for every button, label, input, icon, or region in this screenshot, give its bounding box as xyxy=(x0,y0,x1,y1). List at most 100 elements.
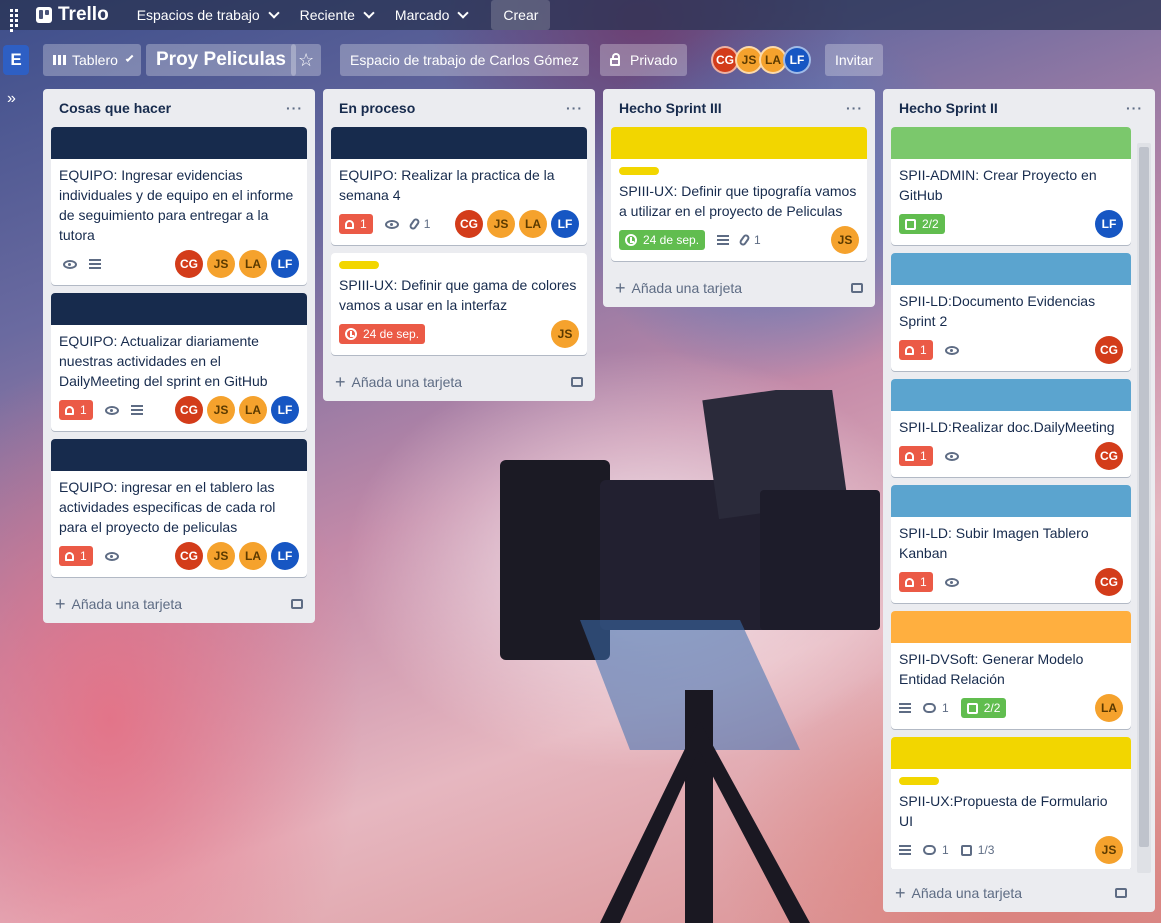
list-scrollbar[interactable] xyxy=(1137,143,1151,873)
avatar[interactable]: CG xyxy=(1095,442,1123,470)
board-title[interactable]: Proy Peliculas xyxy=(146,44,296,76)
attachment-badge: 1 xyxy=(738,233,761,247)
top-navigation-bar: Trello Espacios de trabajo Reciente Marc… xyxy=(0,0,1161,32)
add-card-button[interactable]: + Añada una tarjeta xyxy=(323,363,595,401)
card-title: SPIII-UX: Definir que tipografía vamos a… xyxy=(619,183,857,219)
avatar[interactable]: JS xyxy=(207,250,235,278)
card-label-yellow[interactable] xyxy=(339,261,379,269)
apps-grid-icon[interactable] xyxy=(6,5,26,32)
visibility-button[interactable]: Privado xyxy=(600,44,688,76)
avatar[interactable]: JS xyxy=(1095,836,1123,864)
card[interactable]: SPII-LD:Realizar doc.DailyMeeting 1 CG xyxy=(891,379,1131,477)
nav-starred-label: Marcado xyxy=(394,7,450,23)
comment-count: 1 xyxy=(942,701,949,715)
description-icon xyxy=(130,405,143,415)
expand-sidebar-icon[interactable]: » xyxy=(7,90,16,108)
avatar[interactable]: LA xyxy=(239,542,267,570)
card[interactable]: EQUIPO: Ingresar evidencias individuales… xyxy=(51,127,307,285)
nav-starred-menu[interactable]: Marcado xyxy=(385,0,477,30)
card-title: EQUIPO: Realizar la practica de la seman… xyxy=(339,167,555,203)
avatar[interactable]: LA xyxy=(519,210,547,238)
nav-recent-menu[interactable]: Reciente xyxy=(290,0,383,30)
card[interactable]: SPIII-UX: Definir que tipografía vamos a… xyxy=(611,127,867,261)
trello-logo-text: Trello xyxy=(58,4,109,25)
avatar[interactable]: CG xyxy=(175,396,203,424)
trello-logo[interactable]: Trello xyxy=(36,4,109,26)
card-template-icon[interactable] xyxy=(1115,888,1127,898)
avatar[interactable]: CG xyxy=(175,250,203,278)
avatar[interactable]: CG xyxy=(455,210,483,238)
card-label-yellow[interactable] xyxy=(899,777,939,785)
plus-icon: + xyxy=(895,882,906,903)
plus-icon: + xyxy=(335,371,346,392)
list-title[interactable]: En proceso xyxy=(339,100,415,116)
avatar[interactable]: JS xyxy=(831,226,859,254)
card[interactable]: EQUIPO: ingresar en el tablero las activ… xyxy=(51,439,307,577)
card[interactable]: EQUIPO: Realizar la practica de la seman… xyxy=(331,127,587,245)
avatar[interactable]: CG xyxy=(175,542,203,570)
list-title[interactable]: Hecho Sprint III xyxy=(619,100,722,116)
avatar[interactable]: CG xyxy=(1095,568,1123,596)
lock-icon xyxy=(610,53,620,66)
scrollbar-thumb[interactable] xyxy=(1139,147,1149,847)
list-header: Cosas que hacer ··· xyxy=(43,89,315,127)
workspace-badge[interactable]: E xyxy=(3,45,29,75)
card-title: SPII-LD:Realizar doc.DailyMeeting xyxy=(899,419,1115,435)
card-title: SPII-DVSoft: Generar Modelo Entidad Rela… xyxy=(899,651,1084,687)
card[interactable]: SPII-LD: Subir Imagen Tablero Kanban 1 C… xyxy=(891,485,1131,603)
create-button[interactable]: Crear xyxy=(491,0,551,30)
avatar[interactable]: JS xyxy=(487,210,515,238)
card[interactable]: SPII-ADMIN: Crear Proyecto en GitHub 2/2… xyxy=(891,127,1131,245)
list-header: Hecho Sprint III ··· xyxy=(603,89,875,127)
card[interactable]: EQUIPO: Actualizar diariamente nuestras … xyxy=(51,293,307,431)
list-menu-icon[interactable]: ··· xyxy=(286,100,303,116)
card[interactable]: SPII-LD:Documento Evidencias Sprint 2 1 … xyxy=(891,253,1131,371)
avatar[interactable]: JS xyxy=(551,320,579,348)
avatar[interactable]: LA xyxy=(1095,694,1123,722)
avatar[interactable]: LF xyxy=(271,542,299,570)
description-icon xyxy=(717,235,730,245)
avatar[interactable]: LA xyxy=(239,250,267,278)
invite-button[interactable]: Invitar xyxy=(825,44,884,76)
notification-count: 1 xyxy=(920,343,927,357)
card-template-icon[interactable] xyxy=(571,377,583,387)
workspace-button[interactable]: Espacio de trabajo de Carlos Gómez xyxy=(340,44,589,76)
avatar[interactable]: JS xyxy=(207,542,235,570)
card[interactable]: SPIII-UX: Definir que gama de colores va… xyxy=(331,253,587,355)
due-date-badge[interactable]: 24 de sep. xyxy=(619,230,706,250)
card-title: SPII-ADMIN: Crear Proyecto en GitHub xyxy=(899,167,1097,203)
card-cover xyxy=(891,379,1131,411)
avatar[interactable]: LF xyxy=(783,46,811,74)
plus-icon: + xyxy=(55,593,66,614)
card[interactable]: SPII-UX:Propuesta de Formulario UI 1 1/3… xyxy=(891,737,1131,869)
avatar[interactable]: LF xyxy=(1095,210,1123,238)
due-date-badge[interactable]: 24 de sep. xyxy=(339,324,426,344)
list-menu-icon[interactable]: ··· xyxy=(846,100,863,116)
nav-workspaces-menu[interactable]: Espacios de trabajo xyxy=(127,0,288,30)
notification-count: 1 xyxy=(920,575,927,589)
avatar[interactable]: JS xyxy=(207,396,235,424)
card-template-icon[interactable] xyxy=(851,283,863,293)
avatar[interactable]: CG xyxy=(1095,336,1123,364)
add-card-button[interactable]: + Añada una tarjeta xyxy=(43,585,315,623)
board-view-switcher[interactable]: Tablero xyxy=(43,44,141,76)
list-menu-icon[interactable]: ··· xyxy=(1126,100,1143,116)
list-title[interactable]: Hecho Sprint II xyxy=(899,100,998,116)
add-card-label: Añada una tarjeta xyxy=(71,596,183,612)
description-icon xyxy=(899,845,911,855)
card-template-icon[interactable] xyxy=(291,599,303,609)
checklist-badge: 1/3 xyxy=(960,843,994,857)
list-menu-icon[interactable]: ··· xyxy=(566,100,583,116)
due-date-text: 24 de sep. xyxy=(643,233,700,247)
card-label-yellow[interactable] xyxy=(619,167,659,175)
card[interactable]: SPII-DVSoft: Generar Modelo Entidad Rela… xyxy=(891,611,1131,729)
avatar[interactable]: LF xyxy=(271,396,299,424)
avatar[interactable]: LA xyxy=(239,396,267,424)
avatar[interactable]: LF xyxy=(551,210,579,238)
list-title[interactable]: Cosas que hacer xyxy=(59,100,171,116)
list-cosas-que-hacer: Cosas que hacer ··· EQUIPO: Ingresar evi… xyxy=(43,89,315,623)
avatar[interactable]: LF xyxy=(271,250,299,278)
add-card-button[interactable]: + Añada una tarjeta xyxy=(603,269,875,307)
star-board-button[interactable]: ☆ xyxy=(291,44,321,76)
add-card-button[interactable]: + Añada una tarjeta xyxy=(883,874,1139,912)
